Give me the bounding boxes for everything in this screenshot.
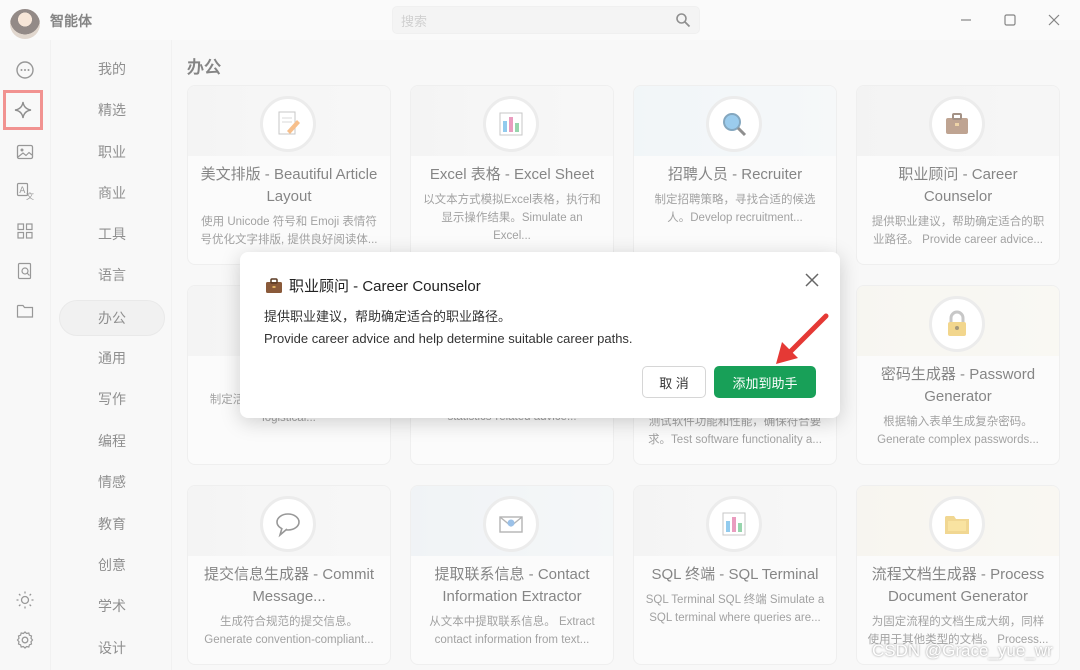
dialog-description-zh: 提供职业建议，帮助确定适合的职业路径。 [264, 309, 512, 324]
app-window: 智能体 A文 [0, 0, 1080, 670]
watermark: CSDN @Grace_yue_wr [872, 641, 1053, 660]
agent-detail-dialog: 职业顾问 - Career Counselor 提供职业建议，帮助确定适合的职业… [240, 252, 840, 418]
close-icon[interactable] [802, 270, 822, 290]
cancel-button[interactable]: 取 消 [642, 366, 706, 398]
annotation-arrow [776, 313, 829, 364]
dialog-title-text: 职业顾问 - Career Counselor [289, 278, 481, 295]
dialog-description-en: Provide career advice and help determine… [264, 331, 633, 346]
add-to-assistant-button[interactable]: 添加到助手 [714, 366, 816, 398]
briefcase-icon [266, 277, 282, 293]
dialog-title: 职业顾问 - Career Counselor [265, 275, 481, 296]
